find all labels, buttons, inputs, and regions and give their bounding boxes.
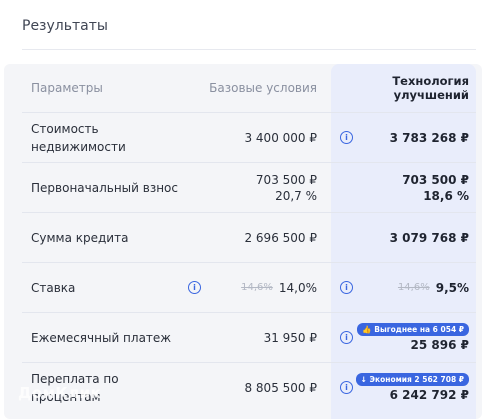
base-rate-old: 14,6% [241,282,273,293]
improved-down-payment-amount: 703 500 ₽ [402,172,469,187]
row-label-monthly-payment: Ежемесячный платеж [31,330,172,345]
row-label-property-cost: Стоимость недвижимости [31,121,126,154]
table-row: Стоимость недвижимости 3 400 000 ₽ i 3 7… [22,113,476,163]
results-card: Результаты Параметры Базовые условия Тех… [0,0,498,419]
base-loan-amount: 2 696 500 ₽ [244,230,317,245]
improved-rate: 14,6% 9,5% [337,263,469,312]
improved-down-payment: 703 500 ₽ 18,6 % [337,163,469,212]
col-base-header: Базовые условия [209,81,317,95]
base-overpayment: 8 805 500 ₽ [244,380,317,395]
title-divider [22,49,476,50]
improved-down-payment-percent: 18,6 % [423,188,469,203]
improved-monthly-payment: 👍 Выгоднее на 6 054 ₽ 25 896 ₽ [337,313,469,362]
benefit-badge-text: Выгоднее на 6 054 ₽ [374,325,464,334]
domclick-watermark: ДомКлик [18,384,102,402]
improved-overpayment-value: 6 242 792 ₽ [389,388,469,402]
row-label-rate: Ставка [31,280,76,295]
improved-monthly-payment-value: 25 896 ₽ [410,338,469,352]
table-row: Сумма кредита 2 696 500 ₽ 3 079 768 ₽ [22,213,476,263]
savings-badge-text: Экономия 2 562 708 ₽ [369,375,464,384]
base-monthly-payment: 31 950 ₽ [263,330,317,345]
rate-info-icon[interactable]: i [188,280,201,294]
savings-badge: ↓ Экономия 2 562 708 ₽ [355,373,469,386]
table-header-row: Параметры Базовые условия Технология улу… [22,64,476,113]
results-table: Параметры Базовые условия Технология улу… [22,64,476,412]
results-title: Результаты [22,18,108,34]
base-property-cost: 3 400 000 ₽ [244,130,317,145]
base-rate-value: 14,0% [278,280,317,295]
col-params-header: Параметры [31,81,103,95]
improved-property-cost: 3 783 268 ₽ [389,130,469,145]
row-label-loan-amount: Сумма кредита [31,230,129,245]
improved-overpayment: ↓ Экономия 2 562 708 ₽ 6 242 792 ₽ [337,363,469,412]
improved-rate-old: 14,6% [397,282,430,293]
base-down-payment-percent: 20,7 % [275,188,317,203]
base-down-payment-amount: 703 500 ₽ [255,172,317,187]
table-row: Ежемесячный платеж 31 950 ₽ i 👍 Выгоднее… [22,313,476,363]
benefit-badge: 👍 Выгоднее на 6 054 ₽ [357,323,469,336]
row-label-down-payment: Первоначальный взнос [31,180,178,195]
col-improved-header: Технология улучшений [392,74,469,102]
table-row: Первоначальный взнос 703 500 ₽ 20,7 % 70… [22,163,476,213]
base-down-payment: 703 500 ₽ 20,7 % [202,163,317,212]
table-row: Ставка i 14,6% 14,0% i 14,6% 9,5% [22,263,476,313]
base-rate: 14,6% 14,0% [202,263,317,312]
improved-rate-value: 9,5% [435,280,469,295]
improved-loan-amount: 3 079 768 ₽ [389,230,469,245]
